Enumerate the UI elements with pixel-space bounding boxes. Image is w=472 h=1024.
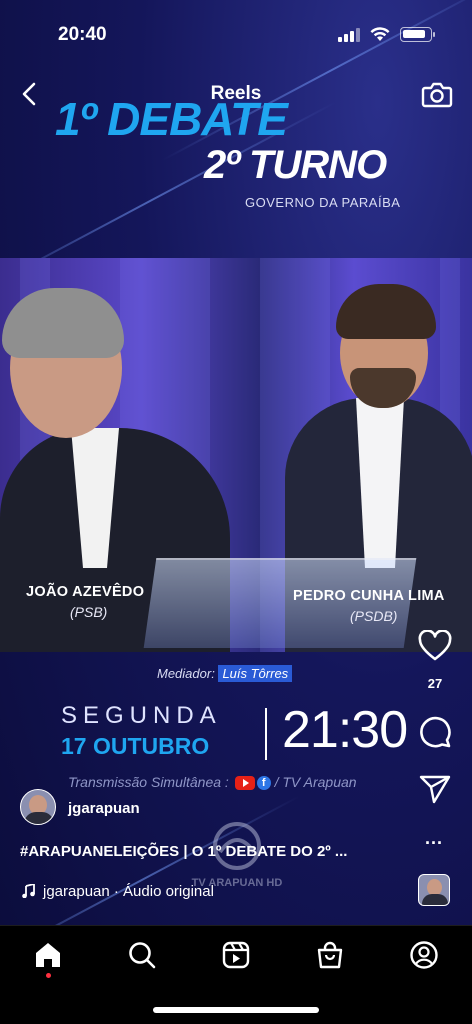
candidates-photo: JOÃO AZEVÊDO (PSB) PEDRO CUNHA LIMA (PSD… bbox=[0, 258, 472, 652]
candidate-party: (PSB) bbox=[70, 604, 108, 620]
facebook-icon: f bbox=[256, 776, 271, 791]
comment-icon[interactable] bbox=[417, 715, 453, 749]
shop-icon[interactable] bbox=[315, 940, 345, 970]
debate-subtitle: GOVERNO DA PARAÍBA bbox=[245, 195, 401, 210]
candidate-right-hair bbox=[336, 284, 436, 339]
heart-icon[interactable] bbox=[417, 630, 453, 662]
camera-icon[interactable] bbox=[421, 80, 453, 108]
avatar[interactable] bbox=[20, 789, 56, 825]
search-icon[interactable] bbox=[127, 940, 157, 970]
more-options-icon[interactable]: ... bbox=[425, 828, 443, 849]
candidate-name: PEDRO CUNHA LIMA bbox=[293, 588, 445, 604]
signal-icon bbox=[338, 28, 360, 42]
status-time: 20:40 bbox=[58, 24, 107, 45]
wifi-icon bbox=[370, 27, 390, 41]
like-count: 27 bbox=[427, 676, 443, 691]
audio-thumbnail[interactable] bbox=[418, 874, 450, 906]
candidate-name: JOÃO AZEVÊDO bbox=[26, 584, 145, 600]
audio-line[interactable]: jgarapuan · Áudio original bbox=[22, 882, 214, 900]
music-note-icon bbox=[22, 882, 35, 899]
battery-icon bbox=[400, 27, 435, 42]
broadcast-prefix: Transmissão Simultânea : bbox=[68, 774, 229, 790]
reel-screen: 20:40 Reels 1º DEBATE 2º TURNO GOVERNO D… bbox=[0, 0, 472, 1024]
author-username[interactable]: jgarapuan bbox=[68, 800, 140, 817]
reels-icon[interactable] bbox=[221, 940, 251, 970]
candidate-party: (PSDB) bbox=[350, 608, 398, 624]
profile-icon[interactable] bbox=[409, 940, 439, 970]
notification-dot bbox=[46, 973, 51, 978]
schedule-divider bbox=[265, 708, 267, 760]
home-icon[interactable] bbox=[33, 940, 63, 970]
broadcast-suffix: / TV Arapuan bbox=[274, 774, 357, 790]
debate-title: 1º DEBATE bbox=[55, 93, 288, 145]
home-indicator bbox=[153, 1007, 319, 1013]
mediator-name: Luís Tôrres bbox=[218, 665, 293, 682]
youtube-icon bbox=[234, 776, 255, 791]
post-caption[interactable]: #ARAPUANELEIÇÕES | O 1º DEBATE DO 2º ... bbox=[20, 843, 347, 860]
status-bar: 20:40 bbox=[0, 0, 472, 60]
debate-date: 17 OUTUBRO bbox=[61, 733, 210, 759]
debate-round: 2º TURNO bbox=[204, 143, 387, 187]
broadcast-line: Transmissão Simultânea : f / TV Arapuan bbox=[68, 774, 357, 791]
mediator-line: Mediador: Luís Tôrres bbox=[157, 665, 293, 682]
audio-label: jgarapuan · Áudio original bbox=[43, 883, 214, 900]
send-icon[interactable] bbox=[417, 773, 453, 805]
mediator-label: Mediador: bbox=[157, 666, 215, 681]
debate-time: 21:30 bbox=[282, 701, 408, 759]
weekday: SEGUNDA bbox=[61, 702, 222, 729]
